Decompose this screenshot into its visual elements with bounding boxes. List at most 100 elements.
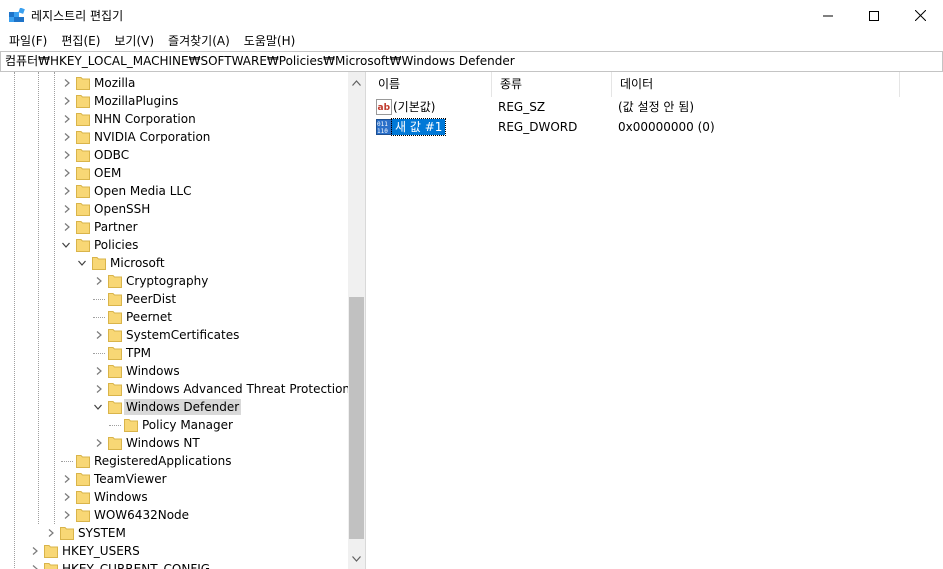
- column-header-name[interactable]: 이름: [370, 72, 492, 97]
- chevron-right-icon[interactable]: [95, 367, 103, 375]
- folder-icon: [44, 545, 58, 558]
- tree-item[interactable]: Peernet: [0, 308, 348, 326]
- tree-item[interactable]: Open Media LLC: [0, 182, 348, 200]
- tree-item[interactable]: OEM: [0, 164, 348, 182]
- folder-icon: [76, 131, 90, 144]
- tree-item[interactable]: TeamViewer: [0, 470, 348, 488]
- chevron-right-icon[interactable]: [31, 547, 39, 555]
- tree-item-label: Windows NT: [126, 436, 200, 450]
- tree-item[interactable]: HKEY_USERS: [0, 542, 348, 560]
- tree-item[interactable]: MozillaPlugins: [0, 92, 348, 110]
- tree-item[interactable]: HKEY_CURRENT_CONFIG: [0, 560, 348, 569]
- chevron-right-icon[interactable]: [31, 565, 39, 569]
- tree-item[interactable]: OpenSSH: [0, 200, 348, 218]
- close-icon: [914, 10, 926, 21]
- tree-item[interactable]: Windows Advanced Threat Protection: [0, 380, 350, 398]
- tree-item[interactable]: NHN Corporation: [0, 110, 348, 128]
- value-row-selected[interactable]: 011 110 새 값 #1 REG_DWORD 0x00000000 (0): [370, 117, 943, 137]
- tree-item[interactable]: Policy Manager: [0, 416, 348, 434]
- tree-item[interactable]: Partner: [0, 218, 348, 236]
- svg-text:ab: ab: [378, 103, 391, 113]
- folder-icon: [108, 275, 122, 288]
- tree-item-label: Peernet: [126, 310, 172, 324]
- tree-item[interactable]: ODBC: [0, 146, 348, 164]
- menu-favorites[interactable]: 즐겨찾기(A): [161, 31, 237, 51]
- tree-item[interactable]: Mozilla: [0, 74, 348, 92]
- chevron-right-icon[interactable]: [63, 511, 71, 519]
- tree-item[interactable]: NVIDIA Corporation: [0, 128, 348, 146]
- tree-item[interactable]: Microsoft: [0, 254, 348, 272]
- tree-item[interactable]: Windows NT: [0, 434, 348, 452]
- tree-item[interactable]: SYSTEM: [0, 524, 348, 542]
- tree-item[interactable]: PeerDist: [0, 290, 348, 308]
- chevron-right-icon[interactable]: [63, 187, 71, 195]
- scroll-thumb[interactable]: [349, 297, 364, 539]
- folder-icon: [92, 257, 106, 270]
- chevron-right-icon[interactable]: [63, 475, 71, 483]
- column-header-data[interactable]: 데이터: [612, 72, 900, 97]
- value-row[interactable]: ab (기본값) REG_SZ (값 설정 안 됨): [370, 97, 943, 117]
- column-header-type[interactable]: 종류: [492, 72, 612, 97]
- chevron-right-icon[interactable]: [47, 529, 55, 537]
- tree-item-label: RegisteredApplications: [94, 454, 232, 468]
- tree-item[interactable]: WOW6432Node: [0, 506, 348, 524]
- tree-item[interactable]: TPM: [0, 344, 348, 362]
- chevron-right-icon[interactable]: [63, 493, 71, 501]
- scroll-down-button[interactable]: [348, 550, 365, 567]
- chevron-right-icon[interactable]: [95, 331, 103, 339]
- maximize-button[interactable]: [851, 0, 897, 31]
- close-button[interactable]: [897, 0, 943, 31]
- folder-icon: [60, 527, 74, 540]
- menu-edit[interactable]: 편집(E): [54, 31, 107, 51]
- folder-icon: [108, 401, 122, 414]
- chevron-right-icon[interactable]: [63, 97, 71, 105]
- tree-connector: [93, 317, 105, 318]
- chevron-down-icon[interactable]: [78, 259, 86, 267]
- chevron-right-icon[interactable]: [63, 115, 71, 123]
- tree-item-label: HKEY_USERS: [62, 544, 140, 558]
- tree-item-label: Microsoft: [110, 256, 165, 270]
- window-title: 레지스트리 편집기: [31, 9, 124, 23]
- chevron-right-icon[interactable]: [95, 439, 103, 447]
- chevron-right-icon[interactable]: [95, 385, 103, 393]
- menu-help[interactable]: 도움말(H): [237, 31, 303, 51]
- tree-item[interactable]: Policies: [0, 236, 348, 254]
- folder-icon: [108, 365, 122, 378]
- address-bar[interactable]: 컴퓨터₩HKEY_LOCAL_MACHINE₩SOFTWARE₩Policies…: [0, 51, 943, 72]
- value-name[interactable]: 새 값 #1: [390, 118, 447, 136]
- key-tree[interactable]: Mozilla MozillaPlugins NHN Corporation NVID…: [0, 72, 366, 569]
- folder-icon: [108, 311, 122, 324]
- chevron-down-icon[interactable]: [62, 241, 70, 249]
- tree-item-label: Mozilla: [94, 76, 136, 90]
- folder-icon: [76, 473, 90, 486]
- tree-item-label: WOW6432Node: [94, 508, 190, 522]
- chevron-right-icon[interactable]: [95, 277, 103, 285]
- tree-item[interactable]: SystemCertificates: [0, 326, 348, 344]
- chevron-down-icon[interactable]: [94, 403, 102, 411]
- folder-icon: [108, 347, 122, 360]
- chevron-right-icon[interactable]: [63, 205, 71, 213]
- chevron-right-icon[interactable]: [63, 223, 71, 231]
- tree-item-label: Windows Advanced Threat Protection: [126, 382, 351, 396]
- chevron-right-icon[interactable]: [63, 169, 71, 177]
- tree-item[interactable]: Windows Defender: [0, 398, 348, 416]
- tree-item[interactable]: Windows: [0, 362, 348, 380]
- title-bar: 레지스트리 편집기: [0, 0, 943, 31]
- folder-icon: [76, 77, 90, 90]
- tree-item[interactable]: Cryptography: [0, 272, 348, 290]
- folder-icon: [76, 203, 90, 216]
- minimize-button[interactable]: [805, 0, 851, 31]
- tree-item[interactable]: Windows: [0, 488, 348, 506]
- value-data: (값 설정 안 됨): [618, 100, 695, 114]
- scroll-up-button[interactable]: [348, 74, 365, 91]
- tree-connector: [93, 353, 105, 354]
- menu-file[interactable]: 파일(F): [2, 31, 54, 51]
- tree-scrollbar[interactable]: [348, 72, 365, 569]
- menu-view[interactable]: 보기(V): [107, 31, 161, 51]
- chevron-up-icon: [352, 79, 361, 86]
- value-list[interactable]: 이름 종류 데이터 ab (기본값) REG_SZ (값 설정 안 됨) 011…: [370, 72, 943, 569]
- chevron-right-icon[interactable]: [63, 79, 71, 87]
- chevron-right-icon[interactable]: [63, 133, 71, 141]
- chevron-right-icon[interactable]: [63, 151, 71, 159]
- tree-item[interactable]: RegisteredApplications: [0, 452, 348, 470]
